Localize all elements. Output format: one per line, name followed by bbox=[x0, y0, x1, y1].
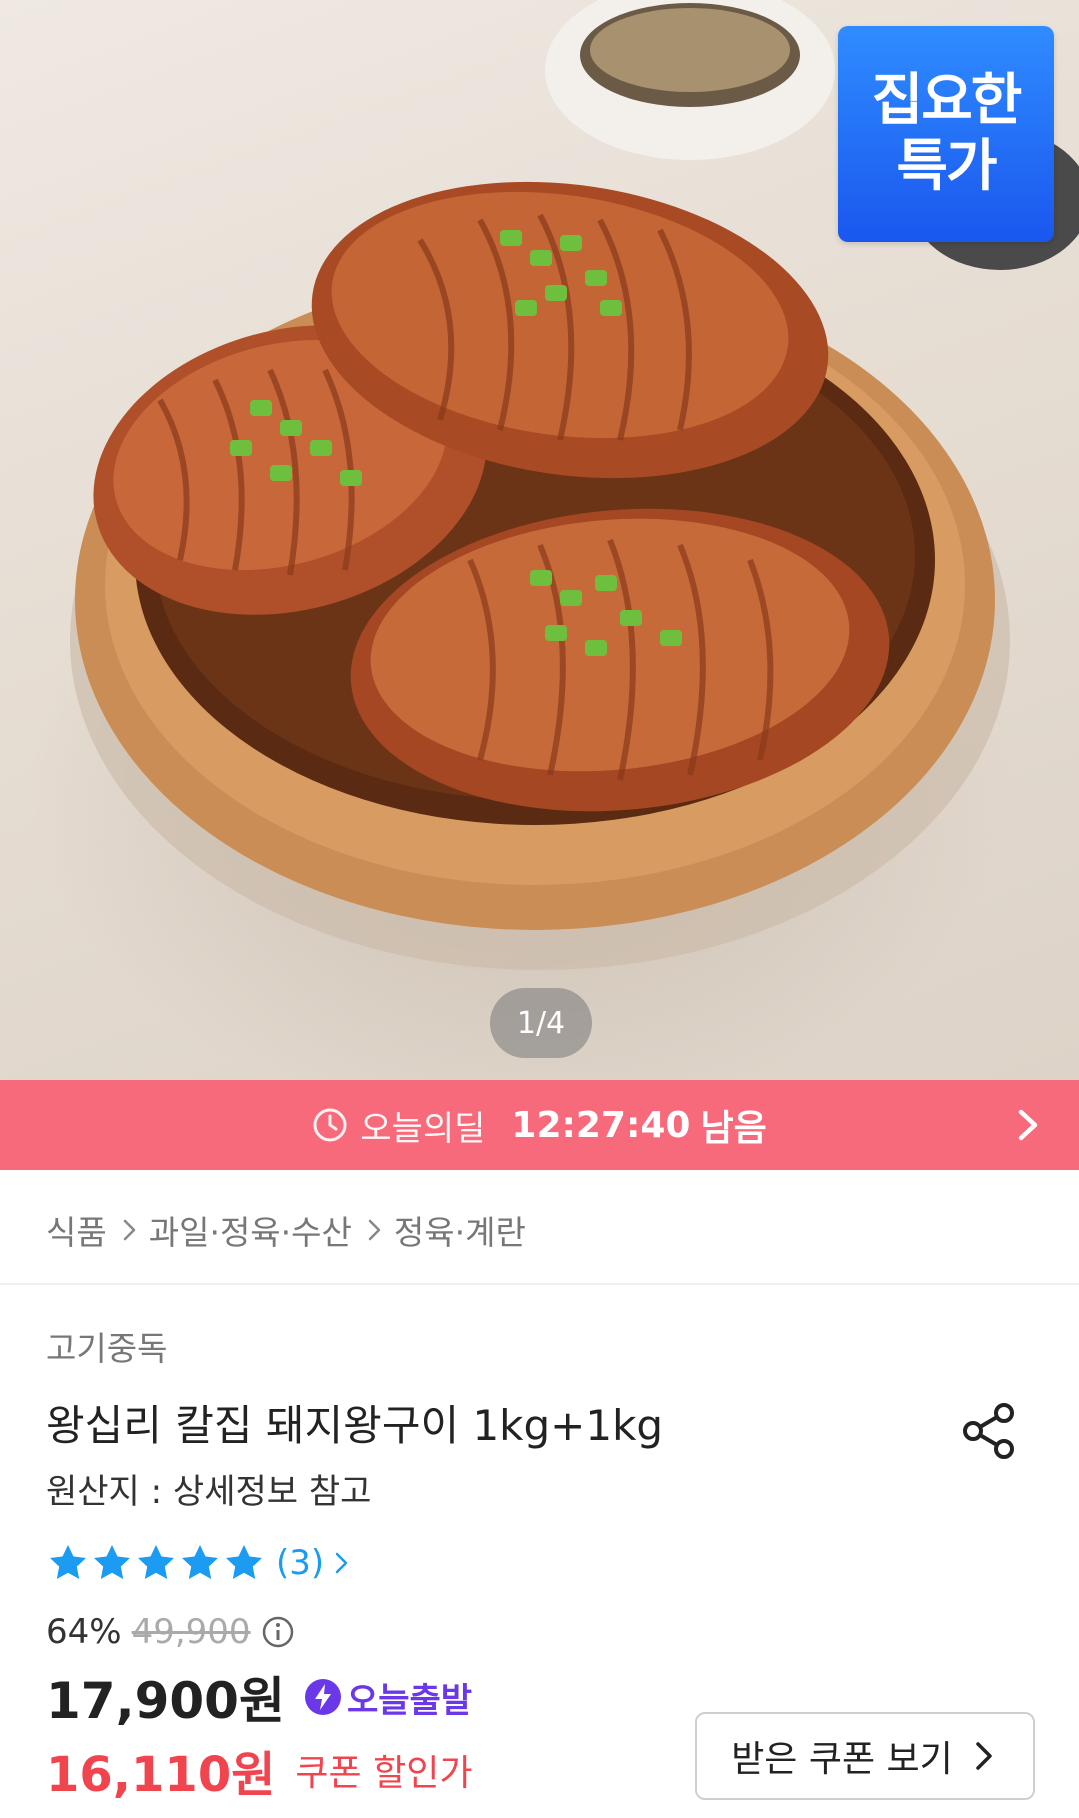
coupon-price: 16,110원 bbox=[46, 1747, 276, 1803]
chevron-right-icon bbox=[123, 1219, 135, 1241]
promo-badge: 집요한 특가 bbox=[838, 26, 1054, 242]
shipping-badge: 오늘출발 bbox=[303, 1673, 472, 1722]
info-icon[interactable] bbox=[261, 1615, 295, 1649]
product-title: 왕십리 칼집 돼지왕구이 1kg+1kg bbox=[46, 1401, 664, 1450]
breadcrumb: 식품 과일·정육·수산 정육·계란 bbox=[46, 1200, 526, 1260]
sale-price: 17,900원 bbox=[46, 1672, 285, 1730]
promo-badge-line2: 특가 bbox=[896, 134, 997, 199]
review-count[interactable]: (3) bbox=[276, 1543, 324, 1583]
todays-deal-banner[interactable]: 오늘의딜 12:27:40 남음 bbox=[0, 1080, 1079, 1170]
lightning-icon bbox=[304, 1679, 341, 1715]
section-divider bbox=[0, 1283, 1079, 1285]
star-icon bbox=[50, 1545, 86, 1579]
share-icon[interactable] bbox=[960, 1400, 1018, 1462]
coupon-price-label: 쿠폰 할인가 bbox=[295, 1753, 473, 1794]
star-icon bbox=[94, 1545, 130, 1579]
discount-rate: 64% bbox=[46, 1612, 122, 1652]
deal-label: 오늘의딜 bbox=[360, 1108, 486, 1149]
view-coupons-button[interactable]: 받은 쿠폰 보기 bbox=[695, 1712, 1035, 1800]
deal-countdown: 12:27:40 bbox=[511, 1104, 691, 1146]
rating-row[interactable]: (3) bbox=[46, 1538, 354, 1588]
coupon-price-row: 16,110원 쿠폰 할인가 bbox=[46, 1735, 472, 1805]
breadcrumb-item-meat-eggs[interactable]: 정육·계란 bbox=[394, 1206, 526, 1254]
original-price: 49,900 bbox=[131, 1612, 251, 1652]
origin-info: 원산지 : 상세정보 참고 bbox=[46, 1472, 372, 1512]
price-row: 17,900원 오늘출발 bbox=[46, 1662, 472, 1732]
image-page-indicator: 1/4 bbox=[490, 988, 592, 1058]
star-icon bbox=[182, 1545, 218, 1579]
star-icon bbox=[226, 1545, 262, 1579]
chevron-right-icon bbox=[1018, 1109, 1038, 1141]
breadcrumb-item-fruit-meat-seafood[interactable]: 과일·정육·수산 bbox=[149, 1206, 352, 1254]
discount-row: 64% 49,900 bbox=[46, 1608, 295, 1656]
view-coupons-label: 받은 쿠폰 보기 bbox=[731, 1739, 953, 1780]
promo-badge-line1: 집요한 bbox=[871, 68, 1023, 133]
chevron-right-icon bbox=[976, 1742, 992, 1770]
chevron-right-icon bbox=[335, 1552, 348, 1574]
clock-icon bbox=[313, 1108, 347, 1142]
chevron-right-icon bbox=[368, 1219, 381, 1241]
shipping-label: 오늘출발 bbox=[346, 1680, 473, 1721]
product-image-carousel[interactable]: 집요한 특가 1/4 bbox=[0, 0, 1079, 1080]
breadcrumb-item-food[interactable]: 식품 bbox=[46, 1206, 107, 1254]
brand-name[interactable]: 고기중독 bbox=[46, 1322, 167, 1370]
deal-countdown-suffix: 남음 bbox=[700, 1108, 767, 1149]
star-icon bbox=[138, 1545, 174, 1579]
